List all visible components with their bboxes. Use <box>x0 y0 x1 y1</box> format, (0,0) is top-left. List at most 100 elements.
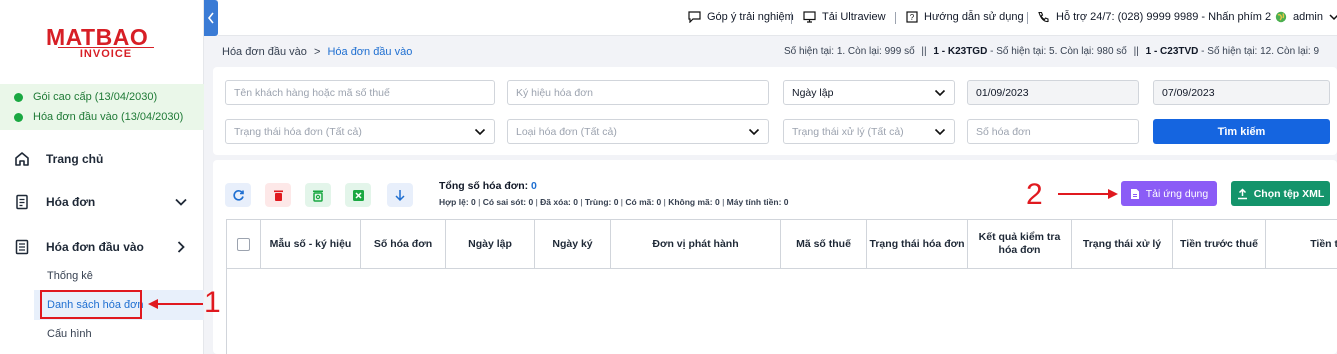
total-label: Tổng số hóa đơn: <box>439 180 529 192</box>
select-all-cell[interactable] <box>227 220 261 268</box>
divider <box>895 12 896 24</box>
package-input-invoice: Hóa đơn đầu vào (13/04/2030) <box>14 111 183 123</box>
choose-xml-button[interactable]: Chọn tệp XML <box>1231 181 1330 206</box>
col-created-date[interactable]: Ngày lập <box>446 220 535 268</box>
sidebar-subitem-config[interactable]: Cấu hình <box>47 328 92 340</box>
sidebar-item-home[interactable]: Trang chủ <box>0 146 204 172</box>
stat-valid: Hợp lệ: 0 <box>439 197 476 207</box>
process-placeholder: Trạng thái xử lý (Tất cả) <box>792 125 904 138</box>
trash-icon <box>273 190 283 201</box>
symbol-placeholder: Ký hiệu hóa đơn <box>516 86 593 99</box>
process-status-select[interactable]: Trạng thái xử lý (Tất cả) <box>783 119 955 144</box>
quota-2-code: 1 - K23TGD <box>933 46 988 57</box>
total-value: 0 <box>531 180 537 192</box>
col-tax-code[interactable]: Mã số thuế <box>781 220 867 268</box>
invoice-table-body <box>226 268 1337 354</box>
export-excel-button[interactable] <box>345 183 371 207</box>
stat-cash-register: Máy tính tiền: 0 <box>726 197 789 207</box>
delete-button[interactable] <box>265 183 291 207</box>
recycle-icon <box>313 190 323 202</box>
file-icon <box>1130 188 1139 199</box>
col-process-status[interactable]: Trạng thái xử lý <box>1072 220 1173 268</box>
chevron-down-icon <box>1329 14 1337 21</box>
guide-link[interactable]: ? Hướng dẫn sử dụng <box>906 11 1024 23</box>
document-list-icon <box>15 239 29 255</box>
filter-panel: Tên khách hàng hoặc mã số thuế Ký hiệu h… <box>213 67 1337 155</box>
col-amount-before-tax[interactable]: Tiền trước thuế <box>1173 220 1266 268</box>
col-tax-amount[interactable]: Tiền t <box>1266 220 1337 268</box>
quota-3: - Số hiện tại: 12. Còn lại: 9 <box>1198 46 1320 57</box>
invoice-list-panel: Tổng số hóa đơn: 0 Hợp lệ: 0 | Có sai só… <box>213 160 1337 354</box>
sidebar-item-input-invoice[interactable]: Hóa đơn đầu vào <box>0 234 204 260</box>
chevron-down-icon <box>748 128 760 136</box>
date-to-value: 07/09/2023 <box>1162 86 1215 99</box>
status-placeholder: Trạng thái hóa đơn (Tất cả) <box>234 125 362 138</box>
logo-text: MATBAO <box>46 24 149 50</box>
col-signed-date[interactable]: Ngày ký <box>535 220 611 268</box>
refresh-button[interactable] <box>225 183 251 207</box>
sidebar-item-label: Hóa đơn <box>46 195 96 209</box>
sidebar-item-label: Trang chủ <box>46 152 104 166</box>
quota-1: Số hiện tại: 1. Còn lại: 999 số <box>784 46 915 57</box>
invoice-number-input[interactable]: Số hóa đơn <box>967 119 1139 144</box>
date-to-input[interactable]: 07/09/2023 <box>1153 80 1330 105</box>
invoice-stats: Hợp lệ: 0 | Có sai sót: 0 | Đã xóa: 0 | … <box>439 197 789 207</box>
annotation-number-2: 2 <box>1026 178 1043 211</box>
date-type-value: Ngày lập <box>792 86 834 99</box>
breadcrumb-parent[interactable]: Hóa đơn đầu vào <box>222 46 307 58</box>
download-app-button[interactable]: Tải ứng dụng <box>1121 181 1217 206</box>
sidebar-item-invoice[interactable]: Hóa đơn <box>0 189 204 215</box>
invoice-type-select[interactable]: Loại hóa đơn (Tất cả) <box>507 119 769 144</box>
number-placeholder: Số hóa đơn <box>976 125 1031 138</box>
matbao-logo[interactable]: MATBAO INVOICE <box>46 26 158 64</box>
invoice-status-select[interactable]: Trạng thái hóa đơn (Tất cả) <box>225 119 495 144</box>
ultraview-link[interactable]: Tải Ultraview <box>803 11 886 23</box>
ultraview-label: Tải Ultraview <box>822 11 886 23</box>
invoice-total: Tổng số hóa đơn: 0 <box>439 180 537 192</box>
chevron-down-icon <box>175 198 187 206</box>
package-input-label: Hóa đơn đầu vào (13/04/2030) <box>33 111 184 123</box>
status-dot-icon <box>14 92 23 102</box>
date-type-select[interactable]: Ngày lập <box>783 80 955 105</box>
help-icon: ? <box>906 11 918 23</box>
user-menu[interactable]: admin <box>1275 11 1337 23</box>
customer-search-input[interactable]: Tên khách hàng hoặc mã số thuế <box>225 80 495 105</box>
logo-subtext: INVOICE <box>58 47 154 60</box>
document-icon <box>16 194 28 210</box>
feedback-label: Góp ý trải nghiệm <box>707 11 794 23</box>
date-from-input[interactable]: 01/09/2023 <box>967 80 1139 105</box>
guide-label: Hướng dẫn sử dụng <box>924 11 1024 23</box>
invoice-symbol-input[interactable]: Ký hiệu hóa đơn <box>507 80 769 105</box>
home-icon <box>15 152 29 166</box>
col-form-symbol[interactable]: Mẫu số - ký hiệu <box>261 220 361 268</box>
sidebar-subitem-statistics[interactable]: Thống kê <box>47 270 93 282</box>
top-bar: Góp ý trải nghiệm Tải Ultraview ? Hướng … <box>218 0 1337 36</box>
annotation-arrow-2 <box>1058 189 1118 199</box>
col-issuer[interactable]: Đơn vị phát hành <box>611 220 781 268</box>
stat-without-code: Không mã: 0 <box>668 197 720 207</box>
support-link[interactable]: Hỗ trợ 24/7: (028) 9999 9989 - Nhấn phím… <box>1037 11 1271 23</box>
col-invoice-status[interactable]: Trạng thái hóa đơn <box>867 220 968 268</box>
svg-text:?: ? <box>910 13 915 22</box>
divider <box>1027 12 1028 24</box>
download-button[interactable] <box>387 183 413 207</box>
restore-button[interactable] <box>305 183 331 207</box>
annotation-arrow-1 <box>148 299 203 309</box>
refresh-icon <box>232 189 244 201</box>
search-button[interactable]: Tìm kiếm <box>1153 119 1330 144</box>
chevron-right-icon <box>177 241 185 253</box>
breadcrumb-current: Hóa đơn đầu vào <box>327 46 413 58</box>
select-all-checkbox[interactable] <box>237 237 250 251</box>
invoice-quota: Số hiện tại: 1. Còn lại: 999 số || 1 - K… <box>784 46 1319 57</box>
quota-2: - Số hiện tại: 5. Còn lại: 980 số <box>987 46 1127 57</box>
feedback-link[interactable]: Góp ý trải nghiệm <box>688 11 794 23</box>
sidebar-collapse-button[interactable] <box>204 0 218 36</box>
col-invoice-number[interactable]: Số hóa đơn <box>361 220 446 268</box>
chevron-down-icon <box>934 89 946 97</box>
download-app-label: Tải ứng dụng <box>1145 187 1209 200</box>
breadcrumb: Hóa đơn đầu vào > Hóa đơn đầu vào <box>222 46 412 58</box>
user-name: admin <box>1293 11 1323 23</box>
col-check-result[interactable]: Kết quả kiểm tra hóa đơn <box>968 220 1072 268</box>
phone-icon <box>1038 11 1049 23</box>
divider <box>791 12 792 24</box>
